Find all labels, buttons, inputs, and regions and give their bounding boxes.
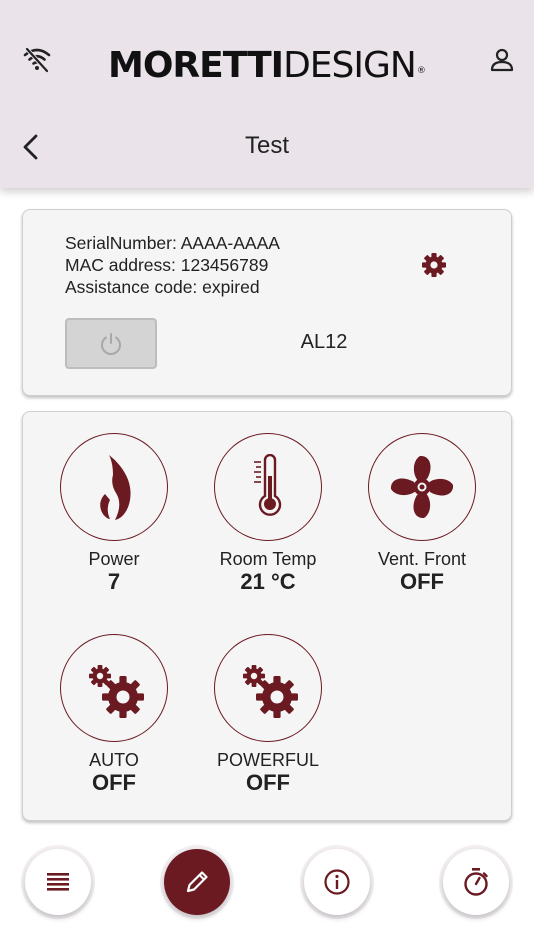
info-button[interactable] (304, 849, 370, 915)
tile-powerful-label: POWERFUL (216, 750, 319, 770)
tile-auto[interactable]: AUTO OFF (44, 634, 184, 796)
tile-power-label: Power (88, 549, 140, 569)
thermometer-icon (254, 454, 282, 516)
page-title: Test (244, 132, 289, 159)
tile-vent-front-label: Vent. Front (377, 549, 467, 569)
serial-number-text: SerialNumber: AAAA-AAAA (65, 233, 280, 253)
fan-icon (390, 455, 454, 519)
app-header: MORETTIDESIGN® Test (0, 0, 534, 188)
tile-power-value: 7 (107, 569, 121, 594)
pencil-icon (186, 871, 208, 893)
device-info-card: SerialNumber: AAAA-AAAA MAC address: 123… (22, 209, 512, 396)
tile-vent-front-value: OFF (400, 569, 444, 594)
gear-icon[interactable] (420, 251, 448, 279)
mac-address-text: MAC address: 123456789 (65, 255, 269, 275)
tile-room-temp-label: Room Temp (219, 549, 317, 569)
tile-power[interactable]: Power 7 (44, 433, 184, 595)
tile-vent-front-button[interactable] (368, 433, 476, 541)
brand-logo: MORETTIDESIGN® (108, 45, 426, 86)
list-icon (47, 873, 69, 891)
tile-powerful-button[interactable] (214, 634, 322, 742)
tile-room-temp[interactable]: Room Temp 21 °C (198, 433, 338, 595)
flame-icon (100, 455, 131, 520)
power-button[interactable] (65, 318, 157, 369)
power-icon (101, 332, 121, 355)
timer-icon (464, 868, 488, 896)
tile-auto-button[interactable] (60, 634, 168, 742)
info-icon (324, 869, 350, 895)
timer-button[interactable] (443, 849, 509, 915)
gears-icon (243, 665, 298, 718)
user-icon[interactable] (488, 46, 516, 74)
device-model: AL12 (300, 331, 348, 353)
tile-vent-front[interactable]: Vent. Front OFF (352, 433, 492, 595)
controls-card: Power 7 Room Temp 21 °C Vent. Front OFF … (22, 411, 512, 821)
tile-powerful-value: OFF (246, 770, 290, 795)
wifi-off-icon[interactable] (22, 44, 52, 74)
tile-room-temp-value: 21 °C (240, 569, 296, 594)
tile-auto-value: OFF (92, 770, 136, 795)
tile-room-temp-button[interactable] (214, 433, 322, 541)
edit-button[interactable] (164, 849, 230, 915)
assistance-code-text: Assistance code: expired (65, 277, 260, 297)
tile-powerful[interactable]: POWERFUL OFF (198, 634, 338, 796)
tile-auto-label: AUTO (89, 750, 139, 770)
tile-power-button[interactable] (60, 433, 168, 541)
list-button[interactable] (25, 849, 91, 915)
device-info: SerialNumber: AAAA-AAAA MAC address: 123… (65, 232, 280, 298)
gears-icon (89, 665, 144, 718)
